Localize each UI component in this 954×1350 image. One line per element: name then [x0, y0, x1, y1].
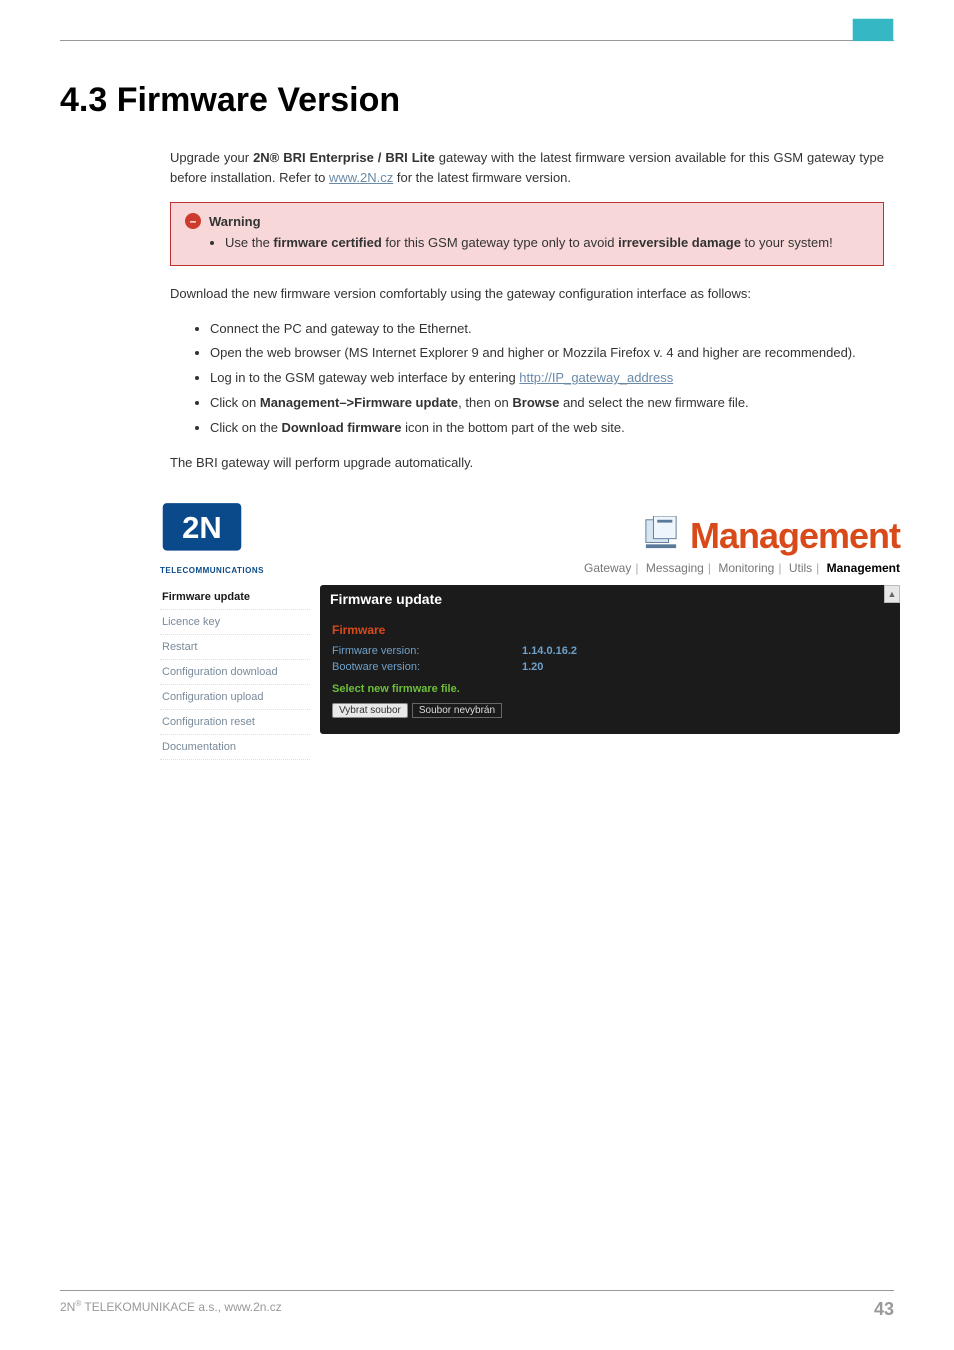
tab-messaging[interactable]: Messaging: [646, 561, 704, 575]
intro-paragraph: Upgrade your 2N® BRI Enterprise / BRI Li…: [170, 148, 884, 188]
sidebar-item-firmware-update[interactable]: Firmware update: [160, 585, 310, 610]
step-5-bold: Download firmware: [282, 420, 402, 435]
ss-title-text: Management: [690, 515, 900, 557]
ss-title: Management: [642, 515, 900, 557]
logo-2n-box-icon: 2N: [160, 501, 244, 563]
step-4: Click on Management–>Firmware update, th…: [210, 393, 884, 414]
step-2: Open the web browser (MS Internet Explor…: [210, 343, 884, 364]
steps-list: Connect the PC and gateway to the Ethern…: [210, 319, 884, 439]
file-selected-text: Soubor nevybrán: [412, 703, 502, 718]
footer-company: 2N® TELEKOMUNIKACE a.s., www.2n.cz: [60, 1299, 282, 1320]
step-3: Log in to the GSM gateway web interface …: [210, 368, 884, 389]
value-firmware-version: 1.14.0.16.2: [522, 645, 577, 657]
ss-main-panel: ▲ Firmware update Firmware Firmware vers…: [320, 585, 900, 760]
file-chooser-row: Vybrat soubor Soubor nevybrán: [332, 703, 888, 718]
tab-monitoring[interactable]: Monitoring: [718, 561, 774, 575]
product-name: 2N® BRI Enterprise / BRI Lite: [253, 150, 435, 165]
panel-section-firmware: Firmware: [332, 623, 888, 637]
screenshot-container: 2N TELECOMMUNICATIONS: [150, 495, 894, 770]
tab-gateway[interactable]: Gateway: [584, 561, 631, 575]
warn-text-2: for this GSM gateway type only to avoid: [382, 235, 618, 250]
warning-box: – Warning Use the firmware certified for…: [170, 202, 884, 266]
sidebar-item-licence-key[interactable]: Licence key: [160, 610, 310, 635]
brand-logo-top: [852, 18, 894, 51]
top-rule: [60, 40, 894, 41]
row-bootware-version: Bootware version: 1.20: [332, 661, 888, 673]
value-bootware-version: 1.20: [522, 661, 543, 673]
link-2n-site[interactable]: www.2N.cz: [329, 170, 393, 185]
logo-2n-outline-icon: [852, 18, 894, 46]
step-5-text-2: icon in the bottom part of the web site.: [401, 420, 624, 435]
warning-header: – Warning: [185, 213, 869, 229]
step-4-bold-1: Management–>Firmware update: [260, 395, 458, 410]
sidebar-item-config-reset[interactable]: Configuration reset: [160, 710, 310, 735]
panel-title: Firmware update: [320, 585, 900, 613]
sidebar-item-restart[interactable]: Restart: [160, 635, 310, 660]
sidebar-item-documentation[interactable]: Documentation: [160, 735, 310, 760]
label-select-new-firmware: Select new firmware file.: [332, 683, 888, 695]
step-3-text: Log in to the GSM gateway web interface …: [210, 370, 519, 385]
step-1: Connect the PC and gateway to the Ethern…: [210, 319, 884, 340]
page-footer: 2N® TELEKOMUNIKACE a.s., www.2n.cz 43: [60, 1290, 894, 1320]
step-5-text: Click on the: [210, 420, 282, 435]
step-4-text-3: and select the new firmware file.: [559, 395, 748, 410]
step-4-text-2: , then on: [458, 395, 512, 410]
tab-utils[interactable]: Utils: [789, 561, 812, 575]
footer-company-text: TELEKOMUNIKACE a.s., www.2n.cz: [81, 1300, 282, 1314]
link-gateway-address[interactable]: http://IP_gateway_address: [519, 370, 673, 385]
step-5: Click on the Download firmware icon in t…: [210, 418, 884, 439]
intro-text: Upgrade your: [170, 150, 253, 165]
tab-management[interactable]: Management: [827, 561, 900, 575]
ss-brand-logo: 2N TELECOMMUNICATIONS: [160, 501, 280, 575]
paragraph-auto-upgrade: The BRI gateway will perform upgrade aut…: [170, 453, 884, 473]
server-icon: [642, 516, 680, 555]
warning-label: Warning: [209, 214, 261, 229]
page-title: 4.3 Firmware Version: [60, 81, 894, 120]
warning-item: Use the firmware certified for this GSM …: [225, 233, 869, 253]
scroll-up-icon[interactable]: ▲: [884, 585, 900, 603]
ss-brand-subtitle: TELECOMMUNICATIONS: [160, 566, 280, 575]
svg-text:2N: 2N: [182, 510, 222, 545]
warn-bold-2: irreversible damage: [618, 235, 741, 250]
sidebar-item-config-upload[interactable]: Configuration upload: [160, 685, 310, 710]
ss-tab-bar: Gateway| Messaging| Monitoring| Utils| M…: [280, 561, 900, 575]
warn-text-3: to your system!: [741, 235, 833, 250]
file-select-button[interactable]: Vybrat soubor: [332, 703, 408, 718]
warn-bold-1: firmware certified: [273, 235, 381, 250]
ss-sidebar: Firmware update Licence key Restart Conf…: [160, 585, 310, 760]
management-screenshot: 2N TELECOMMUNICATIONS: [150, 495, 910, 770]
step-4-bold-2: Browse: [512, 395, 559, 410]
page-number: 43: [874, 1299, 894, 1320]
row-firmware-version: Firmware version: 1.14.0.16.2: [332, 645, 888, 657]
intro-text-3: for the latest firmware version.: [393, 170, 571, 185]
label-bootware-version: Bootware version:: [332, 661, 522, 673]
label-firmware-version: Firmware version:: [332, 645, 522, 657]
step-4-text: Click on: [210, 395, 260, 410]
footer-brand: 2N: [60, 1300, 75, 1314]
sidebar-item-config-download[interactable]: Configuration download: [160, 660, 310, 685]
no-entry-icon: –: [185, 213, 201, 229]
paragraph-download: Download the new firmware version comfor…: [170, 284, 884, 304]
warn-text: Use the: [225, 235, 273, 250]
